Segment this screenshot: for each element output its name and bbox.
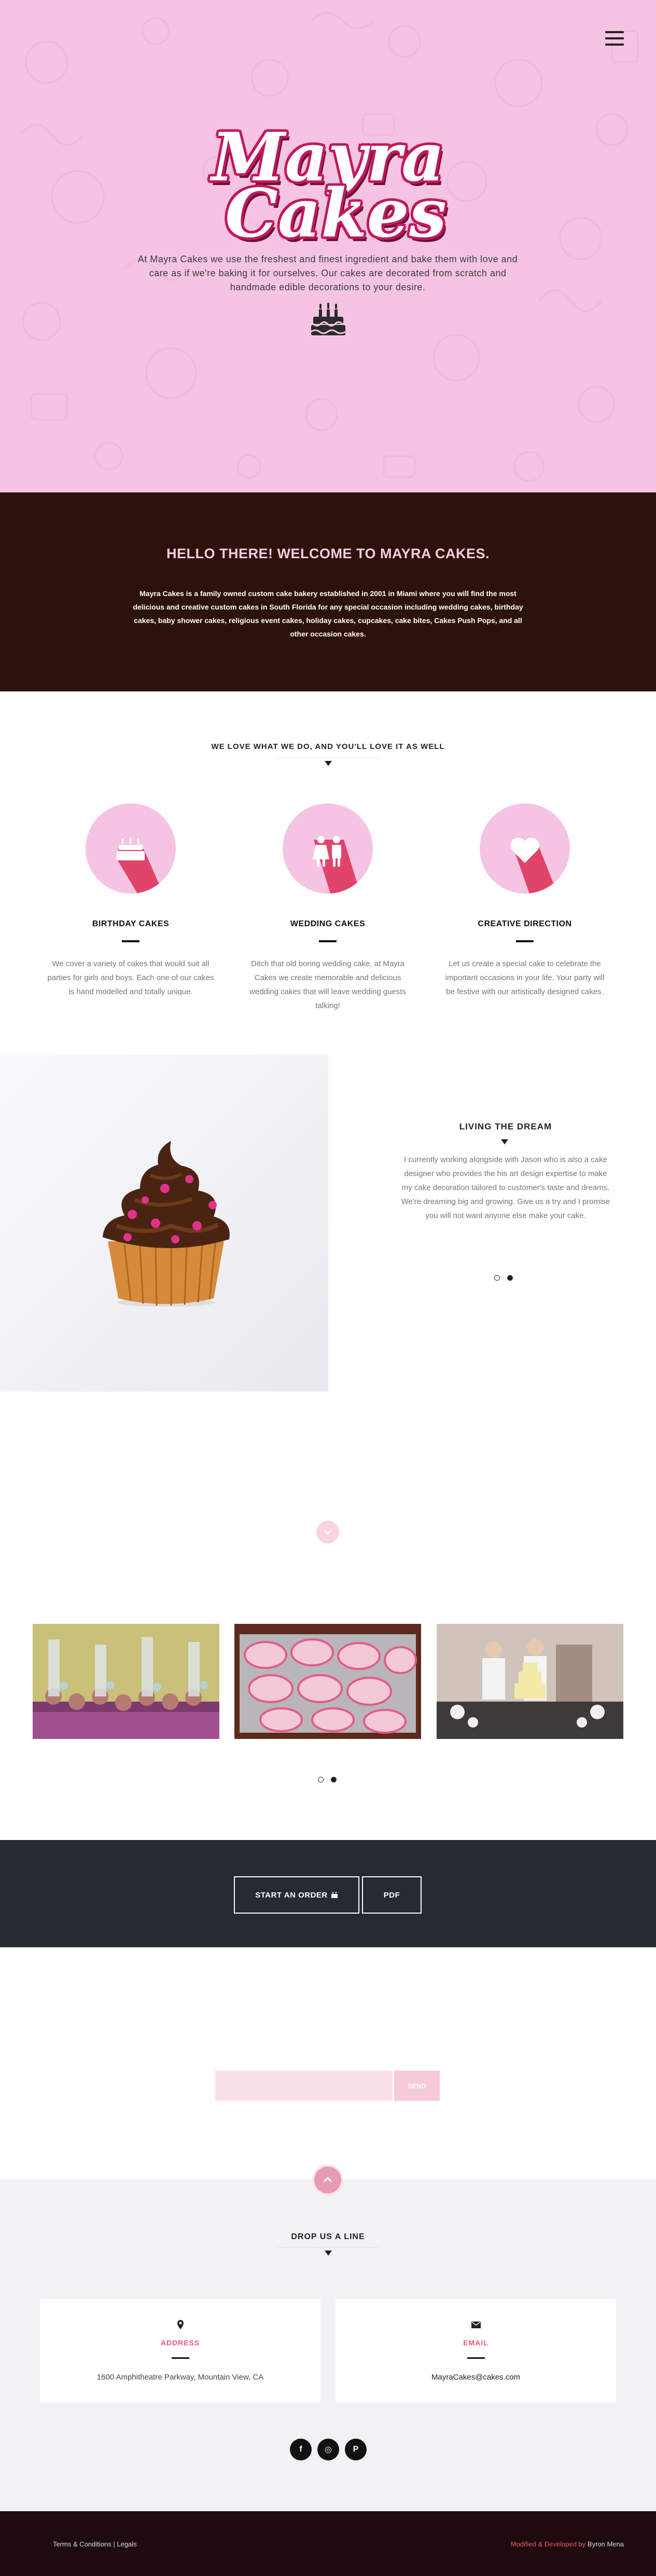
- pinterest-glyph: P: [353, 2445, 359, 2454]
- dream-text: I currently working alongside with Jason…: [401, 1155, 610, 1220]
- services-title: WE LOVE WHAT WE DO, AND YOU'LL LOVE IT A…: [211, 742, 445, 751]
- service-rule: [122, 940, 139, 942]
- footer-credit: Modified & Developed by Byron Mena: [511, 2540, 624, 2548]
- gallery-image-cake-pops[interactable]: [33, 1624, 219, 1739]
- card-rule: [467, 2357, 485, 2359]
- start-order-label: START AN ORDER: [255, 1890, 328, 1900]
- terms-link[interactable]: Terms & Conditions: [53, 2540, 111, 2548]
- envelope-icon: [471, 2322, 481, 2328]
- service-title: CREATIVE DIRECTION: [478, 919, 572, 928]
- start-order-button[interactable]: START AN ORDER: [234, 1876, 359, 1914]
- service-text: We cover a variety of cakes that would s…: [47, 959, 214, 996]
- birthday-cake-icon: [311, 303, 346, 335]
- dream-slider-dot-active[interactable]: [507, 1275, 513, 1281]
- email-card: EMAIL MayraCakes@cakes.com: [336, 2299, 616, 2402]
- down-arrow-icon: [325, 2251, 332, 2256]
- service-text: Ditch that old boring wedding cake, at M…: [249, 959, 406, 1010]
- welcome-title: HELLO THERE! WELCOME TO MAYRA CAKES.: [166, 546, 490, 561]
- logo: Mayra Cakes: [0, 124, 656, 252]
- down-arrow-icon: [501, 1139, 508, 1144]
- chevron-up-icon: [323, 2176, 332, 2183]
- hero-section: Mayra Cakes At Mayra Cakes we use the fr…: [0, 0, 656, 492]
- birthday-cake-icon: [86, 803, 176, 894]
- service-rule: [516, 940, 534, 942]
- contact-title-rule: [276, 2247, 380, 2248]
- subscribe-input[interactable]: [215, 2071, 393, 2101]
- service-wedding: WEDDING CAKES Ditch that old boring wedd…: [234, 803, 421, 1013]
- service-title: BIRTHDAY CAKES: [92, 919, 170, 928]
- contact-title: DROP US A LINE: [291, 2232, 365, 2241]
- address-value: 1600 Amphitheatre Parkway, Mountain View…: [96, 2373, 264, 2382]
- pdf-button[interactable]: PDF: [362, 1876, 422, 1914]
- footer-separator: |: [113, 2540, 115, 2548]
- send-button[interactable]: SEND: [394, 2071, 440, 2101]
- facebook-icon[interactable]: f: [290, 2439, 312, 2460]
- pinterest-icon[interactable]: P: [345, 2439, 367, 2460]
- gallery-slider-dot-active[interactable]: [331, 1777, 337, 1782]
- send-label: SEND: [407, 2082, 427, 2090]
- footer-links: Terms & Conditions | Legals: [53, 2540, 137, 2548]
- footer: Terms & Conditions | Legals Modified & D…: [0, 2511, 656, 2576]
- instagram-glyph: ◎: [325, 2445, 332, 2454]
- welcome-section: HELLO THERE! WELCOME TO MAYRA CAKES. May…: [0, 492, 656, 691]
- welcome-text: Mayra Cakes is a family owned custom cak…: [133, 589, 523, 638]
- address-card: ADDRESS 1600 Amphitheatre Parkway, Mount…: [40, 2299, 320, 2402]
- cupcake-image: [0, 1055, 328, 1392]
- email-value[interactable]: MayraCakes@cakes.com: [336, 2373, 616, 2382]
- credit-name[interactable]: Byron Mena: [588, 2540, 624, 2548]
- bride-groom-icon: [283, 803, 373, 894]
- back-to-top-button[interactable]: [314, 2167, 341, 2193]
- scroll-down-button[interactable]: [316, 1521, 339, 1544]
- service-title: WEDDING CAKES: [290, 919, 366, 928]
- hero-text: At Mayra Cakes we use the freshest and f…: [137, 254, 518, 292]
- card-rule: [172, 2357, 189, 2359]
- credit-prefix: Modified & Developed by: [510, 2540, 586, 2548]
- email-label: EMAIL: [463, 2339, 488, 2347]
- logo-line-2: Cakes: [225, 175, 446, 252]
- map-marker-icon: [177, 2320, 184, 2329]
- gallery-slider-dot[interactable]: [318, 1777, 324, 1782]
- instagram-icon[interactable]: ◎: [317, 2439, 339, 2460]
- legals-link[interactable]: Legals: [117, 2540, 136, 2548]
- service-birthday: BIRTHDAY CAKES We cover a variety of cak…: [37, 803, 224, 999]
- down-arrow-icon: [325, 761, 332, 766]
- service-creative: CREATIVE DIRECTION Let us create a speci…: [431, 803, 618, 999]
- gallery-image-wedding-cake[interactable]: [437, 1624, 623, 1739]
- service-rule: [319, 940, 337, 942]
- heart-icon: [480, 803, 570, 894]
- address-label: ADDRESS: [160, 2339, 200, 2347]
- dream-slider-dot[interactable]: [494, 1275, 500, 1281]
- gallery-image-cookies[interactable]: [234, 1624, 421, 1739]
- cake-icon: [331, 1892, 338, 1898]
- service-text: Let us create a special cake to celebrat…: [445, 959, 605, 996]
- menu-icon[interactable]: [605, 31, 624, 46]
- dream-title: LIVING THE DREAM: [459, 1122, 552, 1131]
- facebook-glyph: f: [299, 2445, 302, 2454]
- pdf-label: PDF: [383, 1890, 400, 1900]
